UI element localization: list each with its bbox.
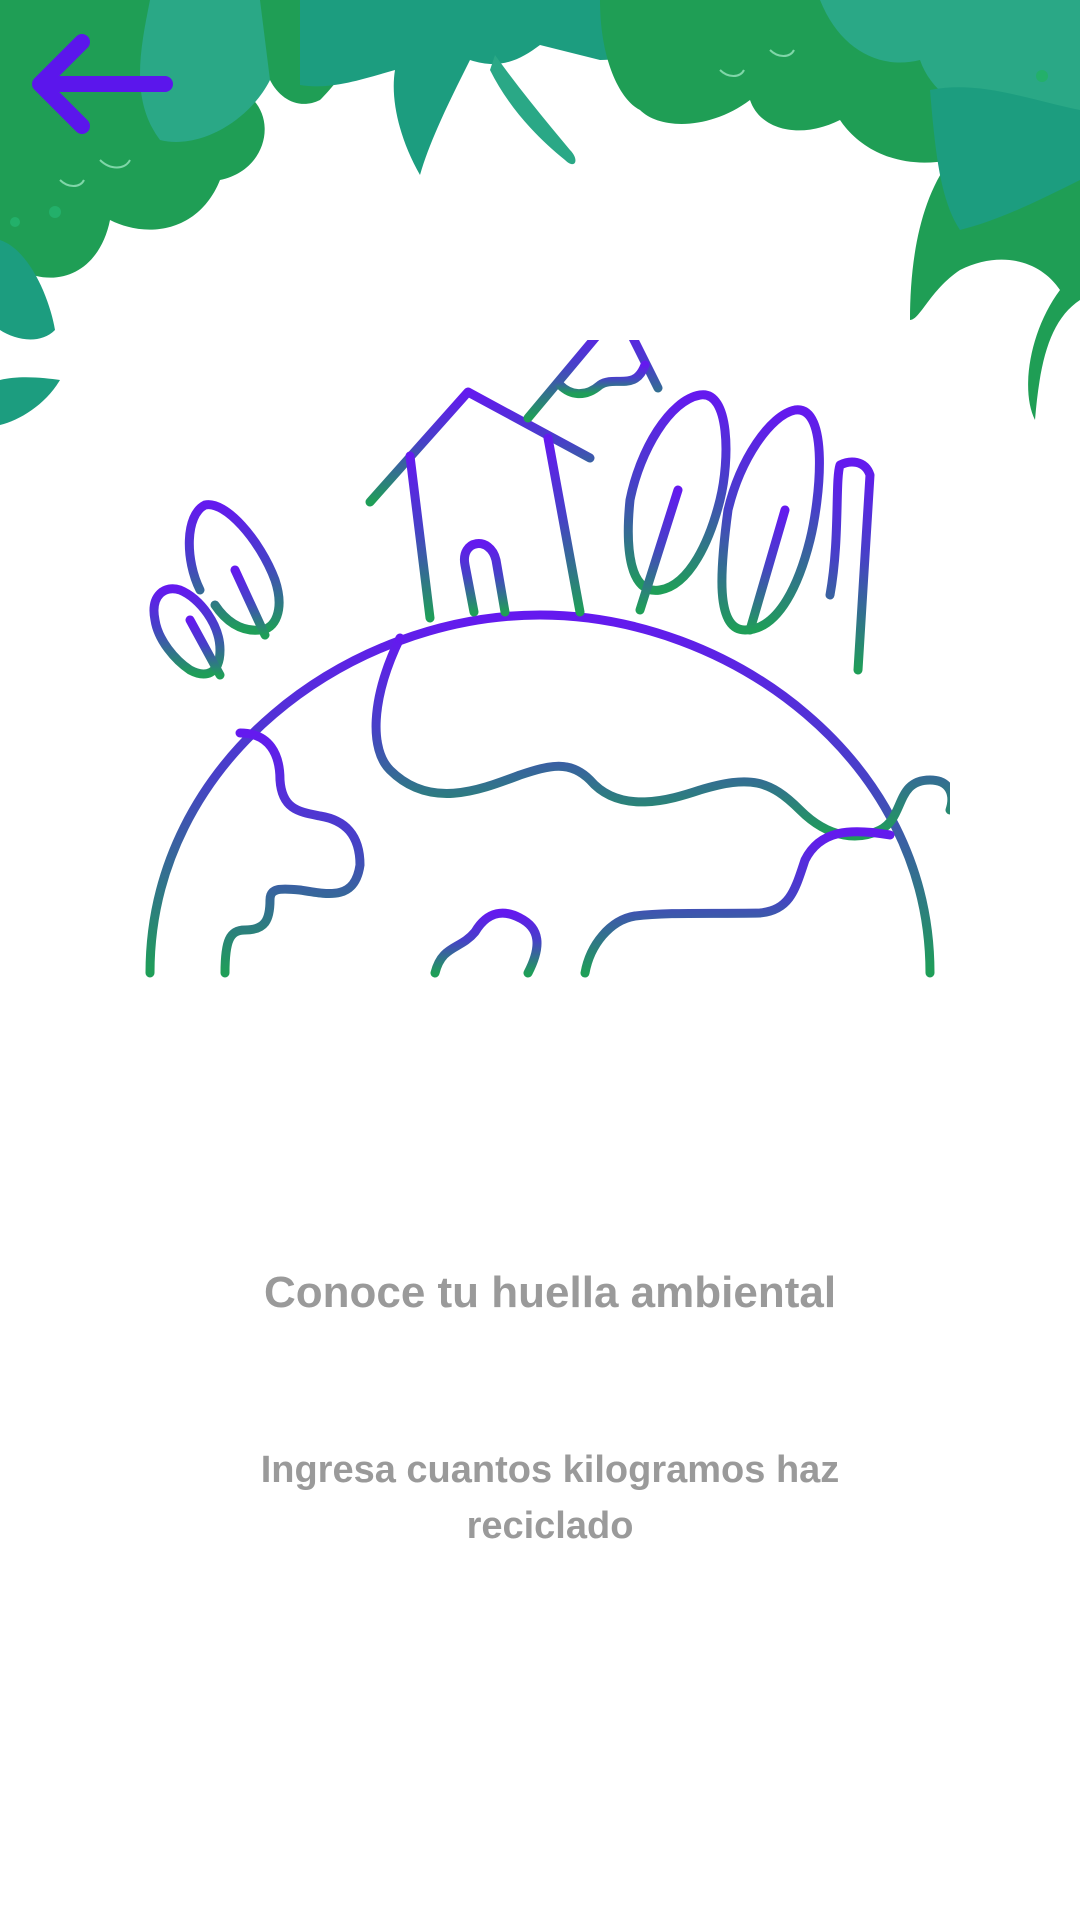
earth-illustration: [130, 340, 950, 990]
page-title: Conoce tu huella ambiental: [263, 1268, 837, 1317]
arrow-left-icon: [30, 30, 180, 140]
back-button[interactable]: [30, 30, 180, 140]
page-subtitle: Ingresa cuantos kilogramos haz reciclado: [260, 1449, 840, 1547]
